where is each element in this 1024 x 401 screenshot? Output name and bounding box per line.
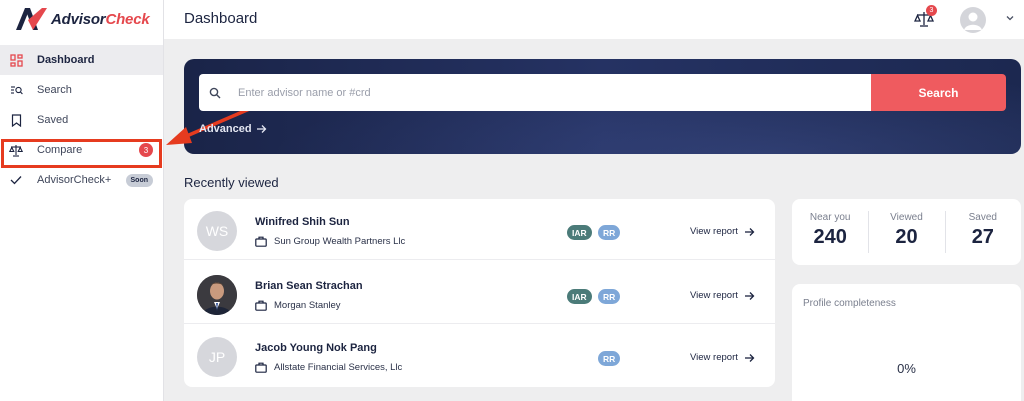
search-list-icon: [9, 83, 23, 97]
sidebar-item-advisorcheck-plus[interactable]: AdvisorCheck+ Soon: [0, 165, 163, 195]
view-report-link[interactable]: View report: [690, 352, 755, 363]
table-row[interactable]: JP Jacob Young Nok Pang Allstate Financi…: [184, 325, 775, 386]
briefcase-icon: [255, 300, 267, 311]
stat-label: Viewed: [890, 212, 923, 223]
iar-tag: IAR: [567, 225, 592, 240]
stat-saved[interactable]: Saved 27: [944, 199, 1021, 265]
arrow-right-icon: [744, 291, 755, 300]
page-title: Dashboard: [184, 10, 258, 27]
advisor-name[interactable]: Brian Sean Strachan: [255, 280, 363, 292]
rr-tag: RR: [598, 225, 621, 240]
advanced-search-link[interactable]: Advanced: [199, 123, 267, 135]
profile-completeness-percent: 0%: [897, 361, 916, 376]
stat-value: 20: [895, 226, 918, 248]
view-report-label: View report: [690, 290, 738, 301]
soon-badge: Soon: [125, 174, 153, 187]
profile-completeness-title: Profile completeness: [803, 298, 896, 309]
sidebar-item-search[interactable]: Search: [0, 75, 163, 105]
rr-tag: RR: [598, 351, 621, 366]
user-avatar[interactable]: [960, 7, 986, 33]
logo[interactable]: AdvisorCheck: [14, 6, 150, 32]
search-input[interactable]: [238, 86, 838, 99]
advanced-label: Advanced: [199, 123, 252, 135]
advisor-portrait-icon: [197, 275, 237, 315]
sidebar-item-label: Saved: [37, 114, 69, 126]
recently-viewed-card: WS Winifred Shih Sun Sun Group Wealth Pa…: [184, 199, 775, 387]
stats-card: Near you 240 Viewed 20 Saved 27: [792, 199, 1021, 265]
compare-count-badge: 3: [926, 5, 937, 16]
stat-viewed[interactable]: Viewed 20: [868, 199, 944, 265]
grid-icon: [9, 53, 23, 67]
view-report-link[interactable]: View report: [690, 226, 755, 237]
stat-value: 27: [971, 226, 994, 248]
sidebar-item-compare[interactable]: Compare 3: [0, 135, 163, 165]
table-row[interactable]: WS Winifred Shih Sun Sun Group Wealth Pa…: [184, 199, 775, 260]
sidebar: AdvisorCheck Dashboard Search Saved Comp…: [0, 0, 164, 401]
search-box: [199, 74, 871, 111]
sidebar-item-label: Compare: [37, 144, 83, 156]
sidebar-nav: Dashboard Search Saved Compare 3 Advisor…: [0, 45, 163, 195]
advisor-avatar: JP: [197, 337, 237, 377]
briefcase-icon: [255, 362, 267, 373]
recently-viewed-title: Recently viewed: [184, 175, 279, 190]
arrow-right-icon: [256, 125, 266, 133]
advisorcheck-logo-icon: [16, 8, 47, 30]
sidebar-item-label: AdvisorCheck+: [37, 174, 112, 186]
check-icon: [9, 173, 23, 187]
stat-value: 240: [813, 226, 847, 248]
iar-tag: IAR: [567, 289, 592, 304]
sidebar-item-label: Search: [37, 84, 72, 96]
sidebar-item-label: Dashboard: [37, 54, 95, 66]
sidebar-item-dashboard[interactable]: Dashboard: [0, 45, 163, 75]
firm-name: Sun Group Wealth Partners Llc: [274, 236, 406, 247]
briefcase-icon: [255, 236, 267, 247]
stat-label: Saved: [968, 212, 997, 223]
advisor-name[interactable]: Winifred Shih Sun: [255, 216, 350, 228]
view-report-label: View report: [690, 226, 738, 237]
view-report-link[interactable]: View report: [690, 290, 755, 301]
sidebar-item-saved[interactable]: Saved: [0, 105, 163, 135]
chevron-down-icon[interactable]: [1005, 13, 1015, 23]
advisor-photo: [197, 275, 237, 315]
rr-tag: RR: [598, 289, 621, 304]
firm-name: Allstate Financial Services, Llc: [274, 362, 403, 373]
advisor-firm: Morgan Stanley: [255, 300, 341, 311]
user-icon: [964, 12, 982, 30]
scale-icon: [9, 143, 23, 157]
top-header: Dashboard 3: [164, 0, 1024, 39]
search-hero: Search Advanced: [184, 59, 1021, 154]
advisor-firm: Sun Group Wealth Partners Llc: [255, 236, 405, 247]
arrow-right-icon: [744, 353, 755, 362]
advisor-avatar: WS: [197, 211, 237, 251]
stat-near-you[interactable]: Near you 240: [792, 199, 868, 265]
search-icon: [209, 87, 221, 98]
arrow-right-icon: [744, 227, 755, 236]
firm-name: Morgan Stanley: [274, 300, 341, 311]
advisor-name[interactable]: Jacob Young Nok Pang: [255, 342, 377, 354]
profile-completeness-card: Profile completeness 0%: [792, 284, 1021, 401]
table-row[interactable]: Brian Sean Strachan Morgan Stanley IAR R…: [184, 263, 775, 324]
logo-text: AdvisorCheck: [51, 10, 150, 28]
compare-count-badge: 3: [139, 143, 153, 157]
bookmark-icon: [9, 113, 23, 127]
view-report-label: View report: [690, 352, 738, 363]
stat-label: Near you: [809, 212, 851, 223]
advisor-firm: Allstate Financial Services, Llc: [255, 362, 402, 373]
search-button[interactable]: Search: [871, 74, 1006, 111]
